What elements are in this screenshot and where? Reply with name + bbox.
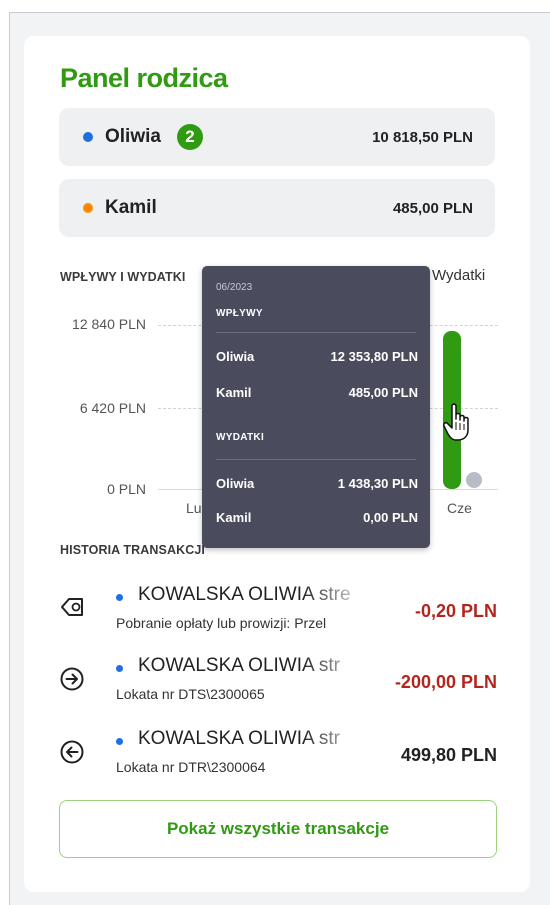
y-tick-label: 12 840 PLN xyxy=(72,316,146,332)
owner-dot xyxy=(116,594,123,601)
tooltip-row-name: Kamil xyxy=(216,385,252,400)
chart-bar-placeholder xyxy=(466,472,482,488)
chart-legend-expenses[interactable]: Wydatki xyxy=(432,267,485,284)
child-name: Oliwia xyxy=(105,126,161,147)
y-tick-label: 6 420 PLN xyxy=(79,400,146,416)
owner-dot xyxy=(116,665,123,672)
transaction-description: Lokata nr DTR\2300064 xyxy=(116,759,266,775)
y-tick-label: 0 PLN xyxy=(107,481,146,497)
transaction-payee: KOWALSKA OLIWIA str xyxy=(138,655,341,676)
child-color-dot xyxy=(83,132,93,142)
transaction-description: Pobranie opłaty lub prowizji: Przel xyxy=(116,615,327,631)
child-color-dot xyxy=(83,203,93,213)
tooltip-row-name: Oliwia xyxy=(216,476,255,491)
tooltip-expenses-header: WYDATKI xyxy=(216,432,265,443)
arrow-right-circle-icon xyxy=(60,667,84,691)
history-section-label: HISTORIA TRANSAKCJI xyxy=(60,543,205,557)
page-title: Panel rodzica xyxy=(60,63,228,93)
owner-dot xyxy=(116,738,123,745)
tooltip-divider xyxy=(216,459,416,460)
hand-cursor-icon xyxy=(443,403,469,441)
tooltip-row-name: Oliwia xyxy=(216,349,255,364)
transaction-payee: KOWALSKA OLIWIA str xyxy=(138,728,341,749)
x-tick-label: Cze xyxy=(447,500,472,516)
transaction-item[interactable]: KOWALSKA OLIWIA str Lokata nr DTS\230006… xyxy=(59,654,499,720)
child-balance: 10 818,50 PLN xyxy=(372,129,473,146)
notification-badge: 2 xyxy=(177,124,203,150)
x-tick-label: Lu xyxy=(186,500,202,516)
tooltip-row-name: Kamil xyxy=(216,510,252,525)
transaction-description: Lokata nr DTS\2300065 xyxy=(116,686,265,702)
tooltip-period: 06/2023 xyxy=(216,282,253,293)
child-name: Kamil xyxy=(105,197,157,218)
tooltip-row-value: 485,00 PLN xyxy=(348,385,418,400)
arrow-left-circle-icon xyxy=(60,740,84,764)
child-row-kamil[interactable]: Kamil 485,00 PLN xyxy=(59,179,495,237)
transaction-amount: -0,20 PLN xyxy=(414,601,497,621)
transaction-item[interactable]: KOWALSKA OLIWIA stre Pobranie opłaty lub… xyxy=(59,583,499,649)
transaction-payee: KOWALSKA OLIWIA stre xyxy=(138,584,351,605)
transaction-amount: -200,00 PLN xyxy=(394,672,497,692)
tooltip-divider xyxy=(216,332,416,333)
chart-section-label: WPŁYWY I WYDATKI xyxy=(60,270,186,284)
tooltip-row-value: 1 438,30 PLN xyxy=(337,476,418,491)
tooltip-row-value: 0,00 PLN xyxy=(363,510,418,525)
transaction-amount: 499,80 PLN xyxy=(400,745,497,765)
child-balance: 485,00 PLN xyxy=(392,200,473,217)
tooltip-row-value: 12 353,80 PLN xyxy=(330,349,418,364)
tooltip-inflows-header: WPŁYWY xyxy=(216,308,263,319)
transaction-item[interactable]: KOWALSKA OLIWIA str Lokata nr DTR\230006… xyxy=(59,727,499,793)
show-all-transactions-button[interactable]: Pokaż wszystkie transakcje xyxy=(59,800,497,858)
child-row-oliwia[interactable]: Oliwia 2 10 818,50 PLN xyxy=(59,108,495,166)
chart-tooltip: 06/2023 WPŁYWY Oliwia 12 353,80 PLN Kami… xyxy=(202,266,430,548)
fee-tag-icon xyxy=(61,598,83,616)
